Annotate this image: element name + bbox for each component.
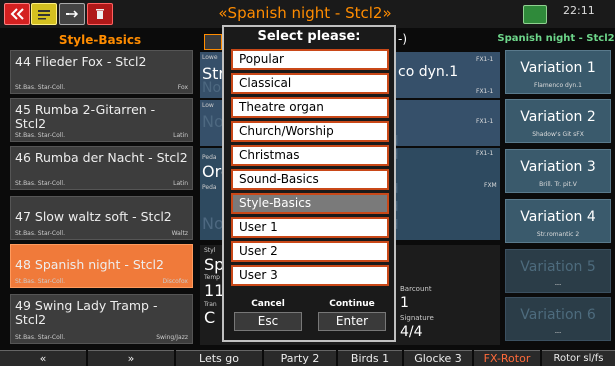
variation-sub: --- bbox=[554, 281, 562, 288]
style-genre: Waltz bbox=[171, 230, 188, 237]
option-user-3[interactable]: User 3 bbox=[231, 265, 389, 286]
left-panel-header: Style-Basics bbox=[58, 33, 142, 47]
style-list-item[interactable]: 45 Rumba 2-Gitarren - Stcl2 St.Bas. Star… bbox=[10, 98, 193, 142]
barcount-label: Barcount bbox=[400, 285, 432, 293]
variation-1-button[interactable]: Variation 1 Flamenco dyn.1 bbox=[505, 50, 611, 94]
continue-label: Continue bbox=[329, 299, 375, 309]
variation-name: Variation 3 bbox=[520, 159, 596, 175]
variation-sub: Str.romantic 2 bbox=[536, 231, 580, 238]
option-user-2[interactable]: User 2 bbox=[231, 241, 389, 262]
transpose-label: Tran bbox=[204, 301, 217, 308]
middle-header-tab bbox=[204, 34, 222, 50]
variation-name: Variation 1 bbox=[520, 60, 596, 76]
style-list-item[interactable]: 49 Swing Lady Tramp - Stcl2 St.Bas. Star… bbox=[10, 294, 193, 344]
option-christmas[interactable]: Christmas bbox=[231, 145, 389, 166]
clock: 22:11 bbox=[563, 4, 595, 17]
pedal1-label: Peda bbox=[202, 154, 217, 161]
scroll-down-button[interactable]: » bbox=[88, 350, 174, 366]
style-collection: St.Bas. Star-Coll. bbox=[15, 132, 65, 139]
variation-name: Variation 2 bbox=[520, 109, 596, 125]
style-list-item[interactable]: 44 Flieder Fox - Stcl2 St.Bas. Star-Coll… bbox=[10, 50, 193, 94]
lower1-label: Lowe bbox=[202, 54, 218, 61]
style-list-item[interactable]: 46 Rumba der Nacht - Stcl2 St.Bas. Star-… bbox=[10, 146, 193, 190]
style-name: 44 Flieder Fox - Stcl2 bbox=[15, 54, 147, 69]
variation-4-button[interactable]: Variation 4 Str.romantic 2 bbox=[505, 199, 611, 243]
variation-3-button[interactable]: Variation 3 Brill. Tr. pit.V bbox=[505, 149, 611, 193]
style-name: 47 Slow waltz soft - Stcl2 bbox=[15, 209, 172, 224]
variation-name: Variation 4 bbox=[520, 209, 596, 225]
style-list-item[interactable]: 47 Slow waltz soft - Stcl2 St.Bas. Star-… bbox=[10, 196, 193, 240]
style-genre: Fox bbox=[177, 84, 188, 91]
quick-button-glocke[interactable]: Glocke 3 bbox=[404, 350, 472, 366]
signature-value: 4/4 bbox=[400, 324, 423, 340]
menu-icon[interactable] bbox=[31, 3, 57, 25]
scroll-up-button[interactable]: « bbox=[0, 350, 86, 366]
lower1-right-value: co dyn.1 bbox=[398, 64, 459, 80]
style-label: Styl bbox=[204, 247, 216, 254]
signature-label: Signature bbox=[400, 314, 434, 322]
usb-icon[interactable] bbox=[59, 3, 85, 25]
quick-button-rotor-speed[interactable]: Rotor sl/fs bbox=[542, 350, 615, 366]
fx-label: FXM bbox=[484, 182, 497, 189]
variation-sub: Brill. Tr. pit.V bbox=[539, 181, 577, 188]
cancel-label: Cancel bbox=[251, 299, 285, 309]
style-list-item-selected[interactable]: 48 Spanish night - Stcl2 St.Bas. Star-Co… bbox=[10, 244, 193, 288]
style-collection: St.Bas. Star-Coll. bbox=[15, 334, 65, 341]
variation-sub: Shadow's Git sFX bbox=[532, 131, 584, 138]
variation-name: Variation 5 bbox=[520, 259, 596, 275]
select-dialog: Select please: Popular Classical Theatre… bbox=[222, 25, 396, 342]
style-collection: St.Bas. Star-Coll. bbox=[15, 230, 65, 237]
esc-button[interactable]: Esc bbox=[234, 312, 302, 331]
quick-button-lets-go[interactable]: Lets go bbox=[176, 350, 262, 366]
variation-2-button[interactable]: Variation 2 Shadow's Git sFX bbox=[505, 99, 611, 143]
organ-icon[interactable] bbox=[523, 5, 547, 24]
option-church-worship[interactable]: Church/Worship bbox=[231, 121, 389, 142]
pedal2-label: Peda bbox=[202, 184, 217, 191]
style-collection: St.Bas. Star-Coll. bbox=[15, 84, 65, 91]
no-fragment: No bbox=[202, 112, 224, 131]
fx-label: FX1-1 bbox=[476, 150, 494, 157]
barcount-value: 1 bbox=[400, 295, 409, 311]
style-genre: Latin bbox=[173, 132, 188, 139]
style-name: 49 Swing Lady Tramp - Stcl2 bbox=[15, 298, 158, 327]
style-name: 46 Rumba der Nacht - Stcl2 bbox=[15, 150, 188, 165]
enter-button[interactable]: Enter bbox=[318, 312, 386, 331]
variation-6-button[interactable]: Variation 6 --- bbox=[505, 297, 611, 341]
middle-header-suffix: -) bbox=[398, 32, 408, 46]
style-name: 48 Spanish night - Stcl2 bbox=[15, 257, 164, 272]
option-user-1[interactable]: User 1 bbox=[231, 217, 389, 238]
variation-name: Variation 6 bbox=[520, 307, 596, 323]
right-panel-header: Spanish night - Stcl2 bbox=[497, 33, 615, 44]
window-title: «Spanish night - Stcl2» bbox=[218, 4, 392, 22]
style-collection: St.Bas. Star-Coll. bbox=[15, 278, 65, 285]
no-fragment: No bbox=[202, 214, 224, 233]
variation-sub: Flamenco dyn.1 bbox=[534, 82, 582, 89]
fx-label: FX1-1 bbox=[476, 56, 494, 63]
style-genre: Discofox bbox=[162, 278, 188, 285]
quick-button-party[interactable]: Party 2 bbox=[264, 350, 336, 366]
back-icon[interactable] bbox=[4, 3, 30, 25]
option-theatre-organ[interactable]: Theatre organ bbox=[231, 97, 389, 118]
style-collection: St.Bas. Star-Coll. bbox=[15, 180, 65, 187]
variation-5-button[interactable]: Variation 5 --- bbox=[505, 249, 611, 293]
fx-label: FX1-1 bbox=[476, 118, 494, 125]
option-popular[interactable]: Popular bbox=[231, 49, 389, 70]
quick-button-fx-rotor[interactable]: FX-Rotor bbox=[474, 350, 540, 366]
lower2-label: Low bbox=[202, 102, 214, 109]
transpose-value: C bbox=[204, 308, 216, 327]
no-fragment: No bbox=[202, 80, 222, 96]
variation-sub: --- bbox=[554, 329, 562, 336]
style-genre: Latin bbox=[173, 180, 188, 187]
fx-label: FX1-1 bbox=[476, 88, 494, 95]
style-name: 45 Rumba 2-Gitarren - Stcl2 bbox=[15, 102, 156, 131]
option-classical[interactable]: Classical bbox=[231, 73, 389, 94]
dialog-title: Select please: bbox=[257, 29, 361, 44]
style-genre: Swing/Jazz bbox=[156, 334, 188, 341]
tempo-label: Temp bbox=[204, 274, 220, 281]
option-style-basics[interactable]: Style-Basics bbox=[231, 193, 389, 214]
trash-icon[interactable] bbox=[87, 3, 113, 25]
option-sound-basics[interactable]: Sound-Basics bbox=[231, 169, 389, 190]
quick-button-birds[interactable]: Birds 1 bbox=[338, 350, 402, 366]
